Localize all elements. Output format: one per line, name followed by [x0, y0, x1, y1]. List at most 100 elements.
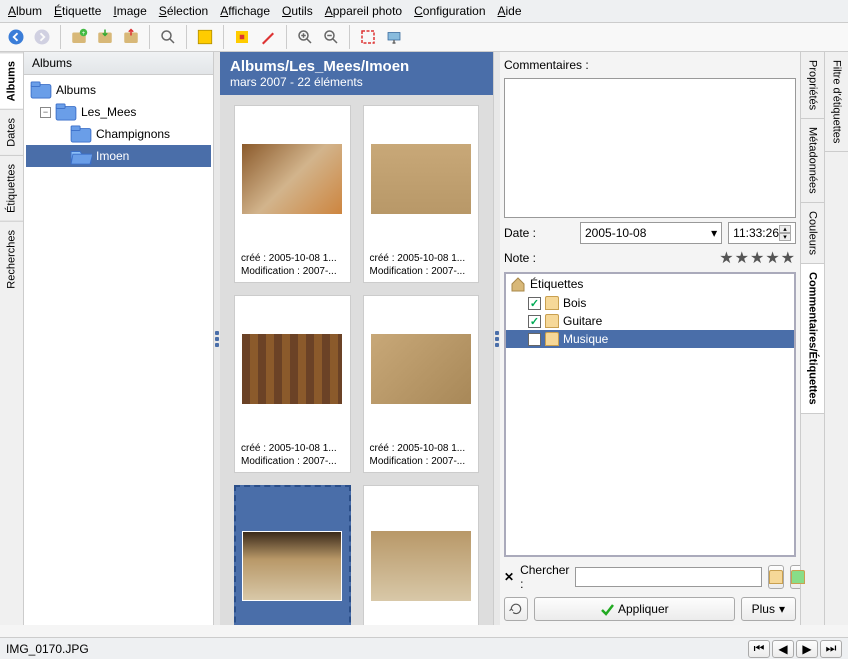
thumb-created: créé : 2005-10-08 1...: [241, 252, 344, 265]
properties-panel: Commentaires : Date : 2005-10-08 ▾ 11:33…: [500, 52, 800, 625]
album-title: Albums/Les_Mees/Imoen: [230, 58, 483, 75]
album-tree-panel: Albums Albums − Les_Mees Champignons Imo…: [24, 52, 214, 625]
menu-affichage[interactable]: Affichage: [220, 4, 270, 18]
chevron-down-icon[interactable]: ▾: [711, 226, 717, 240]
nav-back-button[interactable]: [4, 25, 28, 49]
apply-button[interactable]: Appliquer: [534, 597, 735, 621]
tag-icon: [545, 314, 559, 328]
fullscreen-button[interactable]: [356, 25, 380, 49]
thumbnail-image: [241, 304, 344, 434]
menu-config[interactable]: Configuration: [414, 4, 485, 18]
tree-root-albums[interactable]: Albums: [26, 79, 211, 101]
tree-label: Les_Mees: [81, 105, 136, 119]
menu-etiquette[interactable]: Étiquette: [54, 4, 101, 18]
thumbnail-image: [370, 494, 473, 625]
zoom-in-button[interactable]: [293, 25, 317, 49]
tag-icon: [545, 332, 559, 346]
chevron-down-icon: ▾: [779, 602, 785, 616]
collapse-icon[interactable]: −: [40, 107, 51, 118]
note-label: Note :: [504, 249, 713, 267]
zoom-out-button[interactable]: [319, 25, 343, 49]
tab-recherches[interactable]: Recherches: [0, 221, 23, 297]
thumb-modified: Modification : 2007-...: [370, 265, 473, 278]
color-button[interactable]: [256, 25, 280, 49]
prev-button[interactable]: ◀: [772, 640, 794, 658]
time-spinner[interactable]: ▴▾: [779, 225, 791, 241]
tag-guitare[interactable]: Guitare: [506, 312, 794, 330]
time-input[interactable]: 11:33:26 ▴▾: [728, 222, 796, 244]
nav-forward-button[interactable]: [30, 25, 54, 49]
folder-open-icon: [70, 147, 92, 165]
tag-button[interactable]: [230, 25, 254, 49]
slideshow-button[interactable]: [382, 25, 406, 49]
thumbnail-item[interactable]: créé : 2005-10-08 1...Modification : 200…: [363, 105, 480, 283]
right-tabstrip-1: Propriétés Métadonnées Couleurs Commenta…: [800, 52, 824, 625]
tab-commentaires[interactable]: Commentaires/Étiquettes: [801, 264, 824, 414]
rating-stars[interactable]: ★★★★★: [719, 248, 796, 268]
checkbox[interactable]: [528, 315, 541, 328]
toolbar: +: [0, 23, 848, 52]
home-icon: [510, 276, 526, 292]
view-button[interactable]: [156, 25, 180, 49]
menu-outils[interactable]: Outils: [282, 4, 313, 18]
next-button[interactable]: ▶: [796, 640, 818, 658]
thumbnail-item[interactable]: créé : 2005-10-08 1...Modification : 200…: [363, 295, 480, 473]
thumbnail-item[interactable]: créé : 2005-10-08 1...: [363, 485, 480, 625]
thumbnail-item[interactable]: créé : 2005-10-08 1...Modification : 200…: [234, 295, 351, 473]
check-icon: [600, 602, 614, 616]
checkbox[interactable]: [528, 333, 541, 346]
edit-button[interactable]: [193, 25, 217, 49]
tag-musique[interactable]: Musique: [506, 330, 794, 348]
date-value: 2005-10-08: [585, 226, 646, 240]
tab-couleurs[interactable]: Couleurs: [801, 203, 824, 264]
album-header: Albums/Les_Mees/Imoen mars 2007 - 22 élé…: [220, 52, 493, 95]
last-button[interactable]: ⏭: [820, 640, 842, 658]
tags-header[interactable]: Étiquettes: [506, 274, 794, 294]
date-input[interactable]: 2005-10-08 ▾: [580, 222, 722, 244]
tree-imoen[interactable]: Imoen: [26, 145, 211, 167]
menu-album[interactable]: AAlbumlbum: [8, 4, 42, 18]
export-button[interactable]: [119, 25, 143, 49]
tab-metadonnees[interactable]: Métadonnées: [801, 119, 824, 203]
more-button[interactable]: Plus ▾: [741, 597, 796, 621]
clear-icon[interactable]: ✕: [504, 570, 514, 584]
thumb-modified: Modification : 2007-...: [370, 455, 473, 468]
menu-selection[interactable]: Sélection: [159, 4, 208, 18]
thumbnail-item[interactable]: créé : 2005-10-08 1...Modification : 200…: [234, 105, 351, 283]
tree-les-mees[interactable]: − Les_Mees: [26, 101, 211, 123]
tab-dates[interactable]: Dates: [0, 109, 23, 155]
tags-tree: Étiquettes Bois Guitare Musique: [504, 272, 796, 557]
right-tabstrip-2: Filtre d'étiquettes: [824, 52, 848, 625]
tree-label: Albums: [56, 83, 96, 97]
apply-label: Appliquer: [618, 602, 669, 616]
tree-label: Imoen: [96, 149, 129, 163]
tab-proprietes[interactable]: Propriétés: [801, 52, 824, 119]
tab-etiquettes[interactable]: Étiquettes: [0, 155, 23, 221]
checkbox[interactable]: [528, 297, 541, 310]
menu-appareil[interactable]: Appareil photo: [325, 4, 402, 18]
tag-assign-button[interactable]: [768, 565, 784, 589]
album-tree: Albums − Les_Mees Champignons Imoen: [24, 75, 213, 625]
thumb-created: créé : 2005-10-08 1...: [241, 442, 344, 455]
menu-image[interactable]: Image: [113, 4, 146, 18]
search-input[interactable]: [575, 567, 762, 587]
tab-filtre[interactable]: Filtre d'étiquettes: [825, 52, 848, 152]
folder-icon: [70, 125, 92, 143]
tree-champignons[interactable]: Champignons: [26, 123, 211, 145]
thumbnail-item-selected[interactable]: créé : 2005-10-08 1...: [234, 485, 351, 625]
more-label: Plus: [752, 602, 775, 616]
tab-albums[interactable]: Albums: [0, 52, 23, 109]
tag-label: Musique: [563, 332, 608, 346]
thumbnail-image: [370, 304, 473, 434]
menu-aide[interactable]: Aide: [498, 4, 522, 18]
tag-bois[interactable]: Bois: [506, 294, 794, 312]
comments-textarea[interactable]: [504, 78, 796, 218]
new-album-button[interactable]: +: [67, 25, 91, 49]
comments-label: Commentaires :: [504, 56, 796, 74]
import-button[interactable]: [93, 25, 117, 49]
date-label: Date :: [504, 224, 574, 242]
refresh-button[interactable]: [504, 597, 528, 621]
time-value: 11:33:26: [733, 226, 779, 240]
first-button[interactable]: ⏮: [748, 640, 770, 658]
thumbnail-panel: Albums/Les_Mees/Imoen mars 2007 - 22 élé…: [220, 52, 494, 625]
